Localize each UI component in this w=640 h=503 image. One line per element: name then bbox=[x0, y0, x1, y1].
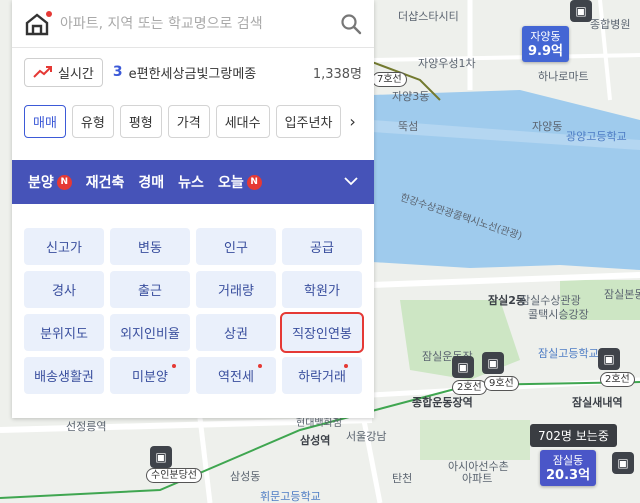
search-input[interactable] bbox=[60, 15, 340, 32]
map-label: 뚝섬 bbox=[398, 120, 419, 133]
layer-button-commute[interactable]: 출근 bbox=[110, 271, 190, 308]
realtime-button[interactable]: 실시간 bbox=[24, 57, 103, 87]
map-label: 삼성역 bbox=[300, 434, 331, 447]
map-label: 콜택시승강장 bbox=[528, 308, 589, 321]
map-label: 서울강남 bbox=[346, 430, 387, 443]
search-panel: 실시간 3 e편한세상금빛그랑메종 1,338명 매매 유형 평형 가격 세대수… bbox=[12, 0, 374, 418]
map-label: 하나로마트 bbox=[538, 70, 589, 83]
layer-button-label: 하락거래 bbox=[298, 370, 346, 385]
subway-station-icon[interactable]: ▣ bbox=[482, 352, 504, 374]
layer-button-change[interactable]: 변동 bbox=[110, 228, 190, 265]
filter-chip-size[interactable]: 평형 bbox=[119, 104, 162, 138]
nav-item-presale[interactable]: 분양 N bbox=[28, 172, 72, 192]
map-label: 더샵스타시티 bbox=[398, 10, 459, 23]
filter-chip-deal-type[interactable]: 매매 bbox=[24, 104, 66, 138]
layer-button-label: 미분양 bbox=[132, 370, 168, 385]
pin-price: 9.9억 bbox=[528, 44, 563, 59]
layer-button-unsold[interactable]: 미분양 bbox=[110, 357, 190, 394]
subway-line-tag: 2호선 bbox=[452, 380, 487, 395]
home-logo-icon[interactable] bbox=[24, 10, 52, 37]
new-badge: N bbox=[56, 174, 72, 190]
layer-button-population[interactable]: 인구 bbox=[196, 228, 276, 265]
realtime-label: 실시간 bbox=[58, 66, 94, 82]
subway-line-tag: 7호선 bbox=[372, 72, 407, 87]
map-label: 잠실새내역 bbox=[572, 396, 623, 409]
layer-button-academy[interactable]: 학원가 bbox=[282, 271, 362, 308]
filter-chip-households[interactable]: 세대수 bbox=[215, 104, 270, 138]
search-icon[interactable] bbox=[340, 13, 362, 35]
nav-item-reconstruction[interactable]: 재건축 bbox=[86, 172, 125, 192]
nav-item-label: 분양 bbox=[28, 175, 54, 191]
map-label: 종합병원 bbox=[590, 18, 631, 31]
filter-chip-price[interactable]: 가격 bbox=[167, 104, 210, 138]
subway-station-icon[interactable]: ▣ bbox=[598, 348, 620, 370]
layer-button-supply[interactable]: 공급 bbox=[282, 228, 362, 265]
layer-button-commercial[interactable]: 상권 bbox=[196, 314, 276, 351]
layer-button-volume[interactable]: 거래량 bbox=[196, 271, 276, 308]
map-label: 선정릉역 bbox=[66, 420, 107, 433]
subway-station-icon[interactable]: ▣ bbox=[452, 356, 474, 378]
layer-button-quantile-map[interactable]: 분위지도 bbox=[24, 314, 104, 351]
map-label: 종합운동장역 bbox=[412, 396, 473, 409]
filter-chips: 매매 유형 평형 가격 세대수 입주년차 › bbox=[12, 96, 374, 146]
new-dot bbox=[344, 364, 348, 368]
nav-item-label: 경매 bbox=[138, 175, 165, 191]
nav-item-label: 재건축 bbox=[85, 175, 125, 191]
layer-button-label: 역전세 bbox=[218, 370, 254, 385]
nav-item-label: 오늘 bbox=[217, 175, 244, 191]
layer-button-delivery[interactable]: 배송생활권 bbox=[24, 357, 104, 394]
rank-count: 1,338명 bbox=[312, 66, 362, 82]
price-pin-jamsil[interactable]: 잠실동 20.3억 bbox=[540, 450, 597, 486]
pin-area-name: 잠실동 bbox=[552, 454, 584, 467]
map-label: 아파트 bbox=[462, 472, 493, 485]
realtime-ranking[interactable]: 실시간 3 e편한세상금빛그랑메종 1,338명 bbox=[12, 48, 374, 96]
new-badge: N bbox=[246, 174, 262, 190]
pin-price: 20.3억 bbox=[546, 468, 591, 483]
rank-complex-name[interactable]: e편한세상금빛그랑메종 bbox=[129, 63, 313, 82]
category-nav: 분양 N 재건축 경매 뉴스 오늘 N bbox=[12, 160, 374, 204]
chevron-right-icon[interactable]: › bbox=[349, 112, 355, 131]
filter-chip-type[interactable]: 유형 bbox=[71, 104, 114, 138]
subway-station-icon[interactable]: ▣ bbox=[570, 0, 592, 22]
map-label: 삼성동 bbox=[230, 470, 261, 483]
layer-button-price-drop[interactable]: 하락거래 bbox=[282, 357, 362, 394]
subway-station-icon[interactable]: ▣ bbox=[150, 446, 172, 468]
price-pin-jayang[interactable]: 자양동 9.9억 bbox=[522, 26, 569, 62]
layer-button-outsider-ratio[interactable]: 외지인비율 bbox=[110, 314, 190, 351]
map-label: 잠실고등학교 bbox=[538, 347, 599, 360]
nav-item-auction[interactable]: 경매 bbox=[138, 172, 164, 192]
layer-button-record-high[interactable]: 신고가 bbox=[24, 228, 104, 265]
map-label: 자양동 bbox=[532, 120, 563, 133]
nav-item-today[interactable]: 오늘 N bbox=[218, 172, 262, 192]
filter-chip-move-in-years[interactable]: 입주년차 bbox=[275, 104, 342, 138]
layer-button-reverse-jeonse[interactable]: 역전세 bbox=[196, 357, 276, 394]
nav-item-news[interactable]: 뉴스 bbox=[178, 172, 204, 192]
subway-station-icon[interactable]: ▣ bbox=[612, 452, 634, 474]
chevron-down-icon[interactable] bbox=[344, 174, 358, 190]
viewers-tooltip: 702명 보는중 bbox=[530, 424, 617, 447]
map-label: 광양고등학교 bbox=[566, 130, 627, 143]
nav-item-label: 뉴스 bbox=[178, 175, 204, 191]
pin-area-name: 자양동 bbox=[530, 30, 561, 43]
subway-line-tag: 2호선 bbox=[600, 372, 635, 387]
subway-line-tag: 수인분당선 bbox=[146, 468, 202, 483]
rank-number: 3 bbox=[112, 64, 123, 80]
new-dot bbox=[258, 364, 262, 368]
layer-button-slope[interactable]: 경사 bbox=[24, 271, 104, 308]
search-bar bbox=[12, 0, 374, 48]
map-label: 자양3동 bbox=[392, 90, 430, 103]
map-layer-grid: 신고가 변동 인구 공급 경사 출근 거래량 학원가 분위지도 외지인비율 상권… bbox=[24, 228, 364, 394]
map-label: 탄천 bbox=[392, 472, 413, 485]
subway-line-tag: 9호선 bbox=[484, 376, 519, 391]
new-dot bbox=[172, 364, 176, 368]
map-label: 자양우성1차 bbox=[418, 57, 476, 70]
trending-up-icon bbox=[33, 66, 52, 78]
layer-button-salary[interactable]: 직장인연봉 bbox=[280, 312, 364, 353]
map-label: 잠실본동 bbox=[604, 288, 640, 301]
map-label: 휘문고등학교 bbox=[260, 490, 321, 503]
